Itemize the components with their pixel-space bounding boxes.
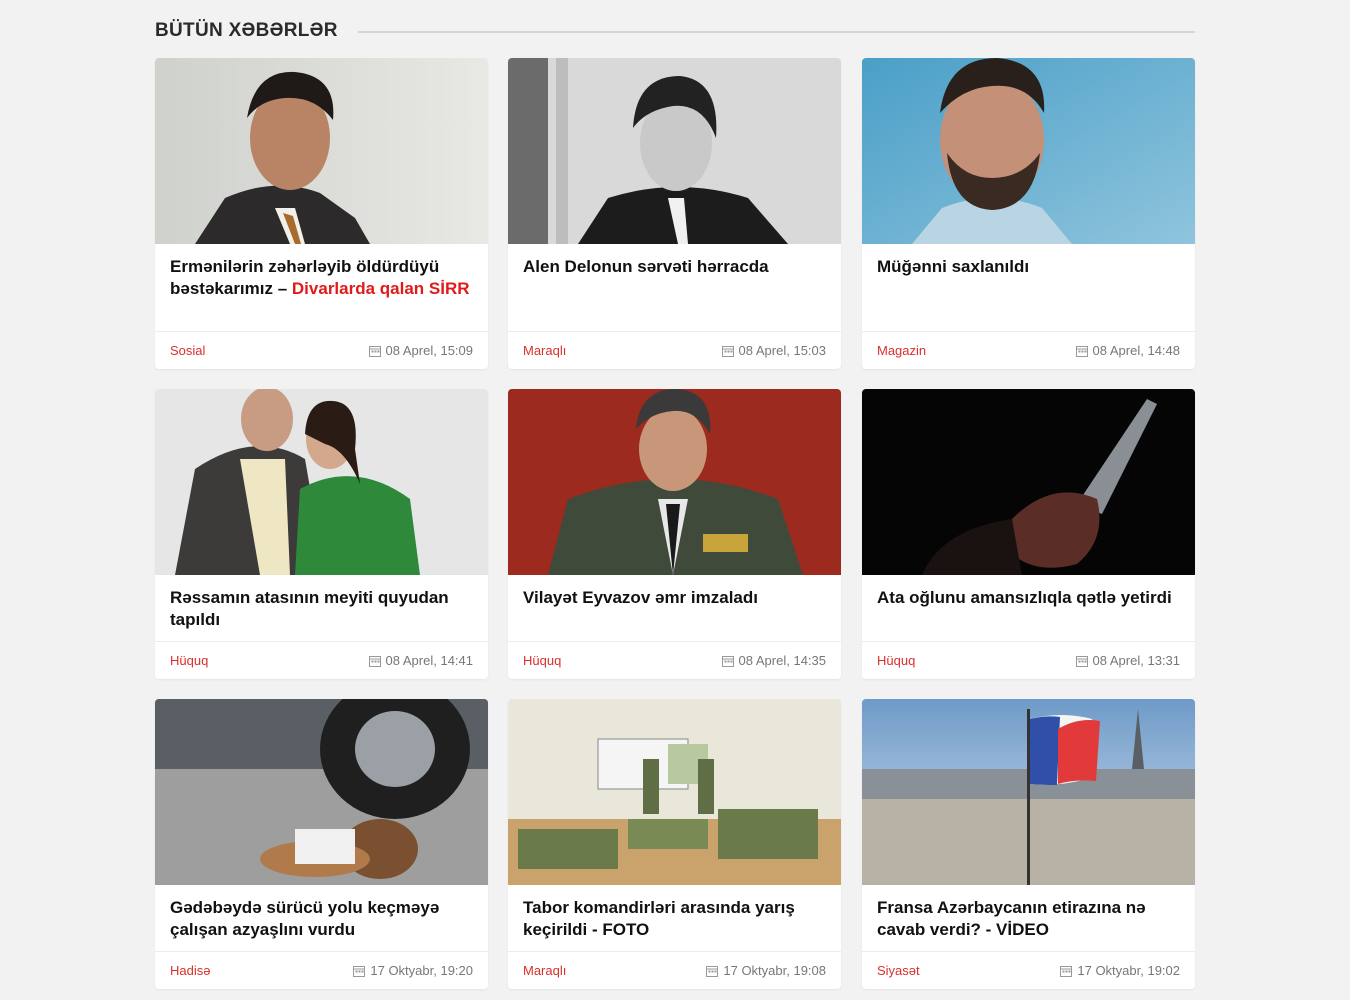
news-date: 08 Aprel, 14:41 [368, 653, 473, 668]
calendar-icon [1075, 655, 1088, 667]
news-thumbnail[interactable] [508, 389, 841, 575]
news-title[interactable]: Rəssamın atasının meyiti quyudan tapıldı [170, 587, 473, 631]
news-card[interactable]: Vilayət Eyvazov əmr imzaladı Hüquq 08 Ap… [508, 389, 841, 679]
news-title[interactable]: Fransa Azərbaycanın etirazına nə cavab v… [877, 897, 1180, 941]
news-date-text: 08 Aprel, 14:41 [385, 653, 473, 668]
news-thumbnail[interactable] [862, 58, 1195, 244]
news-date-text: 08 Aprel, 13:31 [1092, 653, 1180, 668]
news-card[interactable]: Gədəbəydə sürücü yolu keçməyə çalışan az… [155, 699, 488, 989]
calendar-icon [353, 965, 366, 977]
news-footer: Hüquq 08 Aprel, 13:31 [862, 641, 1195, 679]
news-title[interactable]: Ata oğlunu amansızlıqla qətlə yetirdi [877, 587, 1180, 609]
news-date-text: 08 Aprel, 15:09 [385, 343, 473, 358]
news-date: 08 Aprel, 14:35 [721, 653, 826, 668]
category-link[interactable]: Hüquq [877, 653, 915, 668]
calendar-icon [706, 965, 719, 977]
news-date: 08 Aprel, 14:48 [1075, 343, 1180, 358]
news-footer: Siyasət 17 Oktyabr, 19:02 [862, 951, 1195, 989]
news-date-text: 08 Aprel, 15:03 [738, 343, 826, 358]
category-link[interactable]: Magazin [877, 343, 926, 358]
calendar-icon [1075, 345, 1088, 357]
news-footer: Hadisə 17 Oktyabr, 19:20 [155, 951, 488, 989]
section-header: BÜTÜN XƏBƏRLƏR [155, 18, 1195, 44]
news-footer: Maraqlı 17 Oktyabr, 19:08 [508, 951, 841, 989]
news-title[interactable]: Vilayət Eyvazov əmr imzaladı [523, 587, 826, 609]
category-link[interactable]: Maraqlı [523, 343, 566, 358]
news-thumbnail[interactable] [155, 58, 488, 244]
news-thumbnail[interactable] [155, 389, 488, 575]
category-link[interactable]: Hüquq [170, 653, 208, 668]
category-link[interactable]: Sosial [170, 343, 205, 358]
news-thumbnail[interactable] [508, 699, 841, 885]
news-date-text: 17 Oktyabr, 19:08 [723, 963, 826, 978]
section-title: BÜTÜN XƏBƏRLƏR [155, 20, 338, 41]
category-link[interactable]: Hadisə [170, 963, 210, 978]
news-footer: Maraqlı 08 Aprel, 15:03 [508, 331, 841, 369]
news-footer: Magazin 08 Aprel, 14:48 [862, 331, 1195, 369]
category-link[interactable]: Siyasət [877, 963, 920, 978]
news-title-highlight[interactable]: Divarlarda qalan SİRR [292, 279, 470, 298]
calendar-icon [721, 655, 734, 667]
calendar-icon [1060, 965, 1073, 977]
news-date-text: 08 Aprel, 14:48 [1092, 343, 1180, 358]
category-link[interactable]: Maraqlı [523, 963, 566, 978]
news-date: 08 Aprel, 15:03 [721, 343, 826, 358]
news-footer: Hüquq 08 Aprel, 14:35 [508, 641, 841, 679]
news-card[interactable]: Müğənni saxlanıldı Magazin 08 Aprel, 14:… [862, 58, 1195, 369]
news-card[interactable]: Alen Delonun sərvəti hərracda Maraqlı 08… [508, 58, 841, 369]
category-link[interactable]: Hüquq [523, 653, 561, 668]
news-card[interactable]: Ermənilərin zəhərləyib öldürdüyü bəstəka… [155, 58, 488, 369]
section-divider [357, 31, 1195, 33]
calendar-icon [368, 345, 381, 357]
news-title[interactable]: Tabor komandirləri arasında yarış keçiri… [523, 897, 826, 941]
news-title[interactable]: Gədəbəydə sürücü yolu keçməyə çalışan az… [170, 897, 473, 941]
news-thumbnail[interactable] [862, 389, 1195, 575]
news-title[interactable]: Alen Delonun sərvəti hərracda [523, 256, 826, 278]
news-footer: Hüquq 08 Aprel, 14:41 [155, 641, 488, 679]
news-date: 17 Oktyabr, 19:02 [1060, 963, 1180, 978]
news-footer: Sosial 08 Aprel, 15:09 [155, 331, 488, 369]
news-date: 08 Aprel, 13:31 [1075, 653, 1180, 668]
news-date-text: 08 Aprel, 14:35 [738, 653, 826, 668]
news-thumbnail[interactable] [508, 58, 841, 244]
news-thumbnail[interactable] [155, 699, 488, 885]
news-title[interactable]: Müğənni saxlanıldı [877, 256, 1180, 278]
news-card[interactable]: Tabor komandirləri arasında yarış keçiri… [508, 699, 841, 989]
news-date: 08 Aprel, 15:09 [368, 343, 473, 358]
news-date: 17 Oktyabr, 19:08 [706, 963, 826, 978]
calendar-icon [368, 655, 381, 667]
calendar-icon [721, 345, 734, 357]
news-card[interactable]: Rəssamın atasının meyiti quyudan tapıldı… [155, 389, 488, 679]
news-date-text: 17 Oktyabr, 19:02 [1077, 963, 1180, 978]
news-title[interactable]: Ermənilərin zəhərləyib öldürdüyü bəstəka… [170, 256, 473, 300]
news-date: 17 Oktyabr, 19:20 [353, 963, 473, 978]
news-card[interactable]: Fransa Azərbaycanın etirazına nə cavab v… [862, 699, 1195, 989]
news-date-text: 17 Oktyabr, 19:20 [370, 963, 473, 978]
news-thumbnail[interactable] [862, 699, 1195, 885]
news-card[interactable]: Ata oğlunu amansızlıqla qətlə yetirdi Hü… [862, 389, 1195, 679]
